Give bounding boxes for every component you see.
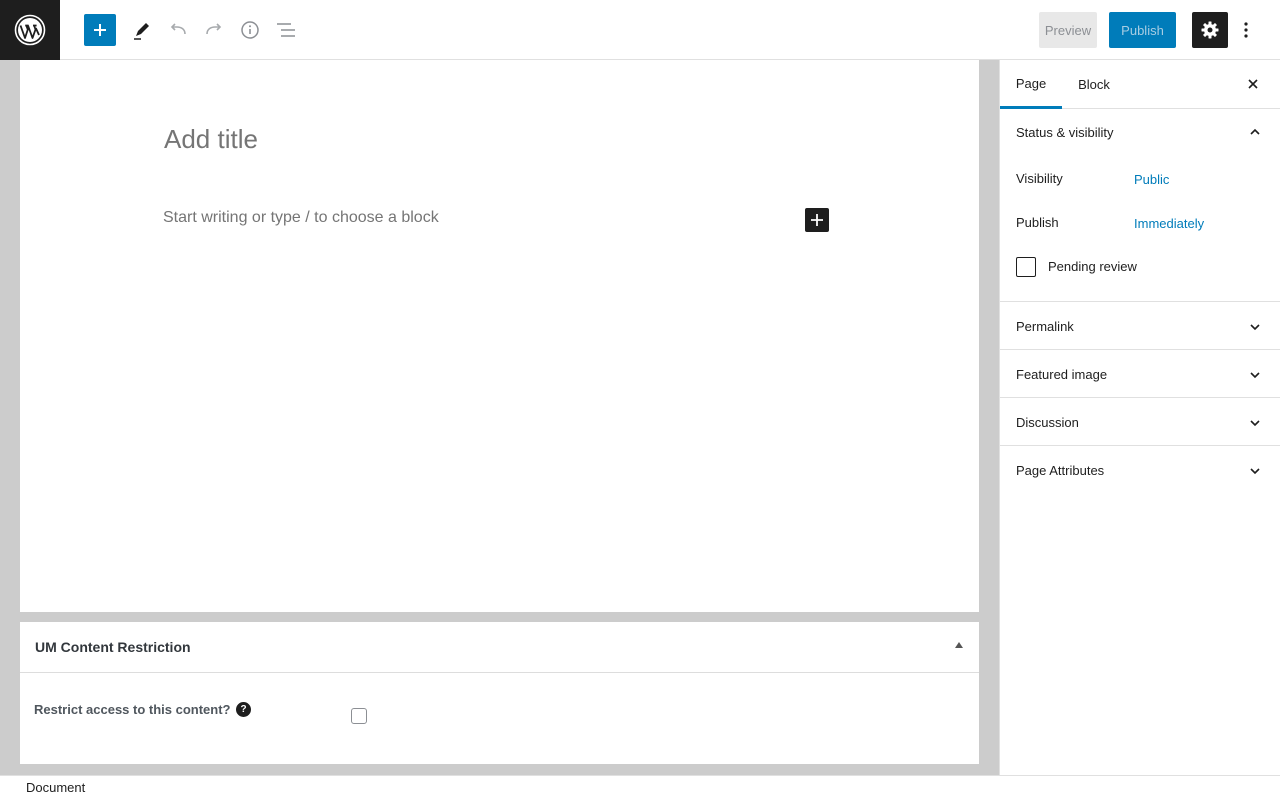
undo-icon [170,23,186,35]
discussion-panel[interactable]: Discussion [1000,398,1280,446]
wordpress-logo-button[interactable] [0,0,60,60]
publish-label: Publish [1016,215,1059,230]
page-attributes-panel[interactable]: Page Attributes [1000,446,1280,494]
plus-icon [811,214,823,226]
default-block-appender[interactable]: Start writing or type / to choose a bloc… [163,209,439,227]
restrict-access-checkbox[interactable] [351,708,367,724]
settings-button[interactable] [1192,12,1228,48]
gear-icon [1201,21,1219,39]
redo-button[interactable] [196,12,232,48]
publish-button[interactable]: Publish [1109,12,1176,48]
um-content-restriction-metabox: UM Content Restriction Restrict access t… [20,622,979,764]
wordpress-logo-icon [14,14,46,46]
editor-area: Add title Start writing or type / to cho… [0,60,999,775]
pencil-icon [134,23,149,40]
redo-icon [206,23,222,35]
editor-header: Preview Publish [0,0,1280,60]
list-view-button[interactable] [268,12,304,48]
permalink-panel-title: Permalink [1016,319,1074,334]
metabox-title: UM Content Restriction [35,639,191,655]
close-sidebar-button[interactable] [1243,74,1263,94]
featured-image-panel[interactable]: Featured image [1000,350,1280,398]
pending-review-checkbox[interactable] [1016,257,1036,277]
featured-image-panel-title: Featured image [1016,367,1108,382]
close-icon [1248,79,1258,89]
more-options-button[interactable] [1232,12,1260,48]
chevron-down-icon [1250,324,1260,331]
collapse-arrow-icon[interactable] [955,642,963,648]
tab-block[interactable]: Block [1062,60,1126,109]
visibility-label: Visibility [1016,171,1063,186]
settings-sidebar: Page Block Status & visibility Visibilit… [999,60,1280,775]
metabox-header[interactable]: UM Content Restriction [20,622,979,673]
breadcrumb-document[interactable]: Document [26,780,85,795]
tab-page[interactable]: Page [1000,60,1062,109]
status-visibility-panel: Status & visibility Visibility Public Pu… [1000,109,1280,302]
info-icon [241,21,259,39]
restrict-access-label: Restrict access to this content? [34,702,231,717]
chevron-down-icon [1250,420,1260,427]
editor-footer: Document [0,775,1280,800]
post-title-input[interactable]: Add title [164,124,258,155]
visibility-value-link[interactable]: Public [1134,172,1169,187]
chevron-up-icon[interactable] [1249,126,1261,138]
preview-button[interactable]: Preview [1039,12,1097,48]
sidebar-tabs: Page Block [1000,60,1280,109]
chevron-down-icon [1250,468,1260,475]
more-vertical-icon [1244,22,1248,38]
chevron-down-icon [1250,372,1260,379]
tools-button[interactable] [124,12,160,48]
editor-canvas: Add title Start writing or type / to cho… [20,60,979,612]
permalink-panel[interactable]: Permalink [1000,302,1280,350]
details-button[interactable] [232,12,268,48]
status-visibility-toggle[interactable]: Status & visibility [1016,125,1114,140]
page-attributes-panel-title: Page Attributes [1016,463,1105,478]
add-block-button[interactable] [84,14,116,46]
discussion-panel-title: Discussion [1016,415,1079,430]
pending-review-label: Pending review [1048,259,1137,274]
plus-icon [94,24,106,36]
inline-add-block-button[interactable] [805,208,829,232]
help-icon[interactable]: ? [236,702,251,717]
undo-button[interactable] [160,12,196,48]
publish-date-link[interactable]: Immediately [1134,216,1204,231]
list-view-icon [277,23,295,37]
